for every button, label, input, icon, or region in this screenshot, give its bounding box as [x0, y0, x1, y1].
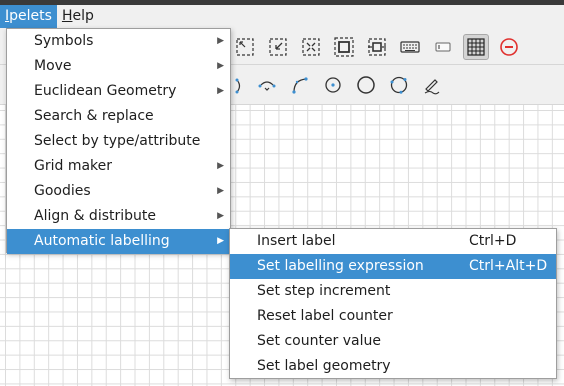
menu-ipelets-label: pelets — [9, 8, 52, 24]
fit-objects-icon[interactable] — [265, 34, 291, 60]
menu-item-align-distribute[interactable]: Align & distribute ▶ — [7, 204, 230, 229]
menu-item-automatic-labelling[interactable]: Automatic labelling ▶ — [7, 229, 230, 254]
menu-item-grid-maker[interactable]: Grid maker ▶ — [7, 154, 230, 179]
circle-icon[interactable] — [353, 72, 379, 98]
menu-item-label: Reset label counter — [257, 308, 393, 324]
menu-item-label: Select by type/attribute — [34, 133, 201, 149]
menu-item-reset-label-counter[interactable]: Reset label counter — [230, 304, 556, 329]
menu-item-label: Goodies — [34, 183, 91, 199]
circle-center-icon[interactable] — [320, 72, 346, 98]
menubar: Ipelets Help — [0, 5, 564, 28]
circle-three-points-icon[interactable] — [386, 72, 412, 98]
menu-item-label: Move — [34, 58, 72, 74]
submenu-arrow-icon: ▶ — [217, 211, 224, 221]
menu-item-label: Set counter value — [257, 333, 381, 349]
submenu-arrow-icon: ▶ — [217, 86, 224, 96]
menu-item-shortcut: Ctrl+Alt+D — [469, 258, 548, 274]
menu-item-search-replace[interactable]: Search & replace — [7, 104, 230, 129]
stop-icon[interactable] — [496, 34, 522, 60]
menu-item-label: Grid maker — [34, 158, 113, 174]
spline-icon[interactable] — [254, 72, 280, 98]
menu-item-set-label-geometry[interactable]: Set label geometry — [230, 354, 556, 379]
zoom-in-icon[interactable] — [331, 34, 357, 60]
automatic-labelling-submenu: Insert label Ctrl+D Set labelling express… — [229, 228, 557, 379]
text-field-icon[interactable] — [430, 34, 456, 60]
menu-help[interactable]: Help — [57, 5, 99, 28]
menu-item-label: Set step increment — [257, 283, 391, 299]
submenu-arrow-icon: ▶ — [217, 61, 224, 71]
menu-item-symbols[interactable]: Symbols ▶ — [7, 29, 230, 54]
menu-item-label: Set labelling expression — [257, 258, 424, 274]
submenu-arrow-icon: ▶ — [217, 36, 224, 46]
menu-help-label: elp — [72, 8, 94, 24]
menu-item-label: Search & replace — [34, 108, 154, 124]
menu-item-label: Set label geometry — [257, 358, 391, 374]
menu-item-insert-label[interactable]: Insert label Ctrl+D — [230, 229, 556, 254]
submenu-arrow-icon: ▶ — [217, 161, 224, 171]
pen-icon[interactable] — [419, 72, 445, 98]
fit-page-icon[interactable] — [232, 34, 258, 60]
grid-toggle-icon[interactable] — [463, 34, 489, 60]
fit-selection-icon[interactable] — [298, 34, 324, 60]
menu-item-shortcut: Ctrl+D — [469, 233, 517, 249]
menu-item-label: Insert label — [257, 233, 336, 249]
curve-icon[interactable] — [287, 72, 313, 98]
menu-item-label: Symbols — [34, 33, 94, 49]
menu-help-mnemonic: H — [61, 8, 73, 24]
zoom-out-icon[interactable] — [364, 34, 390, 60]
menu-item-set-labelling-expression[interactable]: Set labelling expression Ctrl+Alt+D — [230, 254, 556, 279]
menu-item-label: Align & distribute — [34, 208, 157, 224]
menu-item-label: Automatic labelling — [34, 233, 170, 249]
menu-item-label: Euclidean Geometry — [34, 83, 177, 99]
menu-item-select-by-type[interactable]: Select by type/attribute — [7, 129, 230, 154]
ipelets-menu: Symbols ▶ Move ▶ Euclidean Geometry ▶ Searc… — [6, 28, 231, 254]
menu-item-set-counter-value[interactable]: Set counter value — [230, 329, 556, 354]
submenu-arrow-icon: ▶ — [217, 236, 224, 246]
menu-ipelets[interactable]: Ipelets — [0, 5, 57, 28]
submenu-arrow-icon: ▶ — [217, 186, 224, 196]
menu-item-goodies[interactable]: Goodies ▶ — [7, 179, 230, 204]
menu-item-set-step-increment[interactable]: Set step increment — [230, 279, 556, 304]
menu-item-move[interactable]: Move ▶ — [7, 54, 230, 79]
keyboard-icon[interactable] — [397, 34, 423, 60]
menu-item-euclidean-geometry[interactable]: Euclidean Geometry ▶ — [7, 79, 230, 104]
